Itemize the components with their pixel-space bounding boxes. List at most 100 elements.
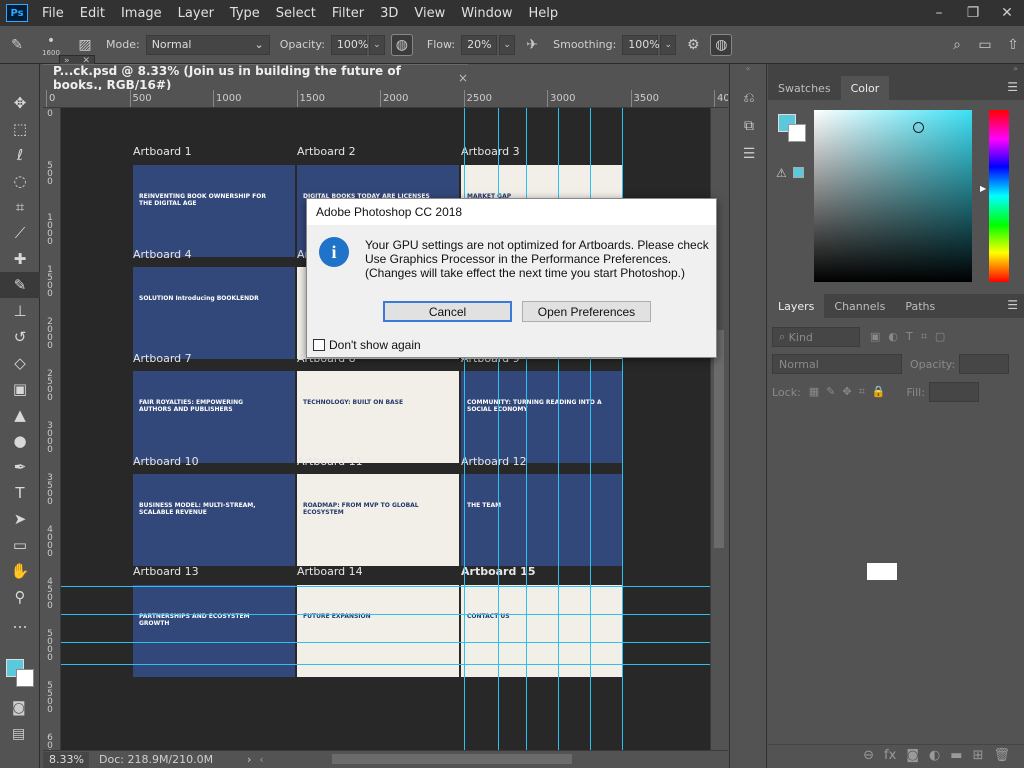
history-brush-tool-icon[interactable]: ↺ (0, 324, 40, 350)
hue-slider[interactable] (989, 110, 1009, 282)
tab-paths[interactable]: Paths (895, 294, 945, 318)
add-mask-icon[interactable]: ◙ (906, 748, 919, 763)
artboard-label[interactable]: Artboard 1 (133, 145, 192, 158)
healing-tool-icon[interactable]: ✚ (0, 246, 40, 272)
artboard[interactable]: ROADMAP: FROM MVP TO GLOBAL ECOSYSTEM (297, 474, 459, 566)
quick-mask-icon[interactable]: ◙ (12, 700, 26, 716)
fx-icon[interactable]: fx (884, 748, 896, 763)
adjustment-layer-icon[interactable]: ◐ (929, 748, 940, 763)
guide-line[interactable] (61, 664, 710, 665)
zoom-tool-icon[interactable]: ⚲ (0, 584, 40, 610)
minimize-button[interactable]: – (922, 5, 956, 21)
move-tool-icon[interactable]: ✥ (0, 90, 40, 116)
dodge-tool-icon[interactable]: ● (0, 428, 40, 454)
scroll-left-icon[interactable]: ‹ (259, 753, 263, 766)
color-panel-background-swatch[interactable] (788, 124, 806, 142)
menu-edit[interactable]: Edit (80, 6, 105, 21)
brush-tool-icon[interactable]: ✎ (0, 272, 40, 298)
more-tools-icon[interactable]: … (0, 610, 40, 636)
gradient-tool-icon[interactable]: ▣ (0, 376, 40, 402)
menu-image[interactable]: Image (121, 6, 162, 21)
collapse-icon[interactable]: « (730, 64, 766, 73)
panel-menu-icon[interactable]: ☰ (1007, 298, 1018, 312)
crop-tool-icon[interactable]: ⌗ (0, 194, 40, 220)
artboard-label[interactable]: Artboard 12 (461, 455, 527, 468)
adjustments-panel-icon[interactable]: ⧉ (730, 112, 768, 140)
kind-filter-select[interactable]: ⌕ Kind (772, 327, 860, 347)
artboard[interactable]: FAIR ROYALTIES: EMPOWERING AUTHORS AND P… (133, 371, 295, 463)
tab-color[interactable]: Color (840, 76, 890, 100)
search-icon[interactable]: ⌕ (946, 34, 968, 56)
status-menu-arrow-icon[interactable]: › (247, 753, 251, 766)
collapse-icon[interactable]: » (768, 64, 1024, 76)
artboard-label[interactable]: Artboard 13 (133, 565, 199, 578)
eyedropper-tool-icon[interactable]: ⟋ (0, 220, 40, 246)
tab-channels[interactable]: Channels (824, 294, 895, 318)
eraser-tool-icon[interactable]: ◇ (0, 350, 40, 376)
blur-tool-icon[interactable]: ▲ (0, 402, 40, 428)
lasso-tool-icon[interactable]: ℓ (0, 142, 40, 168)
properties-panel-icon[interactable]: ☰ (730, 140, 768, 168)
tab-layers[interactable]: Layers (768, 294, 825, 318)
guide-line[interactable] (61, 614, 710, 615)
screen-mode-icon[interactable]: ▤ (12, 726, 25, 742)
pressure-opacity-icon[interactable]: ◍ (390, 33, 413, 56)
brush-preset-picker[interactable]: • 1600 (34, 33, 68, 57)
pressure-size-icon[interactable]: ◍ (710, 33, 733, 56)
new-layer-icon[interactable]: ⊞ (973, 748, 984, 763)
workspace-icon[interactable]: ▭ (974, 34, 996, 56)
artboard-label[interactable]: Artboard 4 (133, 248, 192, 261)
restore-button[interactable]: ❐ (956, 5, 990, 21)
menu-window[interactable]: Window (461, 6, 512, 21)
gear-icon[interactable]: ⚙ (682, 34, 704, 56)
smoothing-input[interactable]: 100% (622, 34, 660, 55)
artboard-label[interactable]: Artboard 7 (133, 352, 192, 365)
trash-icon[interactable]: 🗑 (993, 748, 1010, 763)
hand-tool-icon[interactable]: ✋ (0, 558, 40, 584)
lock-icons[interactable]: ▦✎✥⌗🔒 (809, 385, 893, 399)
close-document-icon[interactable]: × (458, 71, 468, 85)
layer-opacity-input[interactable] (959, 354, 1010, 374)
menu-filter[interactable]: Filter (332, 6, 364, 21)
flow-input[interactable]: 20% (461, 34, 498, 55)
type-tool-icon[interactable]: T (0, 480, 40, 506)
blend-mode-select[interactable]: Normal (772, 354, 902, 374)
artboard[interactable]: COMMUNITY: TURNING READING INTO A SOCIAL… (461, 371, 623, 463)
menu-3d[interactable]: 3D (380, 6, 398, 21)
menu-layer[interactable]: Layer (178, 6, 214, 21)
new-group-icon[interactable]: ▬ (950, 748, 962, 763)
filter-type-icons[interactable]: ▣◐T⌗▢ (870, 330, 953, 344)
artboard-label[interactable]: Artboard 2 (297, 145, 356, 158)
checkbox-box[interactable] (313, 339, 325, 351)
artboard[interactable]: SOLUTION Introducing BOOKLENDR (133, 267, 295, 359)
quick-select-tool-icon[interactable]: ◌ (0, 168, 40, 194)
color-field[interactable] (814, 110, 972, 282)
tab-swatches[interactable]: Swatches (768, 76, 841, 100)
color-picker-marker[interactable] (913, 122, 924, 133)
vertical-scroll-thumb[interactable] (714, 330, 724, 548)
pen-tool-icon[interactable]: ✒ (0, 454, 40, 480)
link-layers-icon[interactable]: ⊖ (863, 748, 874, 763)
artboard[interactable]: TECHNOLOGY: BUILT ON BASE (297, 371, 459, 463)
flow-dropdown[interactable]: ⌄ (499, 34, 516, 55)
brush-tool-icon[interactable]: ✎ (6, 34, 28, 56)
smoothing-dropdown[interactable]: ⌄ (660, 34, 677, 55)
menu-file[interactable]: File (42, 6, 64, 21)
mode-select[interactable]: Normal ⌄ (145, 34, 270, 55)
opacity-dropdown[interactable]: ⌄ (368, 34, 385, 55)
artboard-label[interactable]: Artboard 14 (297, 565, 363, 578)
layer-fill-input[interactable] (928, 382, 979, 402)
horizontal-ruler[interactable]: 0500100015002000250030003500400045005000… (43, 90, 728, 108)
gamut-swatch[interactable] (793, 167, 804, 178)
menu-type[interactable]: Type (230, 6, 260, 21)
artboard[interactable]: THE TEAM (461, 474, 623, 566)
hue-slider-arrow-icon[interactable]: ▶ (980, 184, 986, 193)
open-preferences-button[interactable]: Open Preferences (522, 301, 651, 322)
document-tab[interactable]: P...ck.psd @ 8.33% (Join us in building … (43, 64, 468, 92)
zoom-level-field[interactable]: 8.33% (43, 751, 89, 768)
shape-tool-icon[interactable]: ▭ (0, 532, 40, 558)
guide-line[interactable] (61, 586, 710, 587)
horizontal-scroll-thumb[interactable] (332, 754, 572, 764)
path-select-tool-icon[interactable]: ➤ (0, 506, 40, 532)
background-color-swatch[interactable] (16, 669, 34, 687)
